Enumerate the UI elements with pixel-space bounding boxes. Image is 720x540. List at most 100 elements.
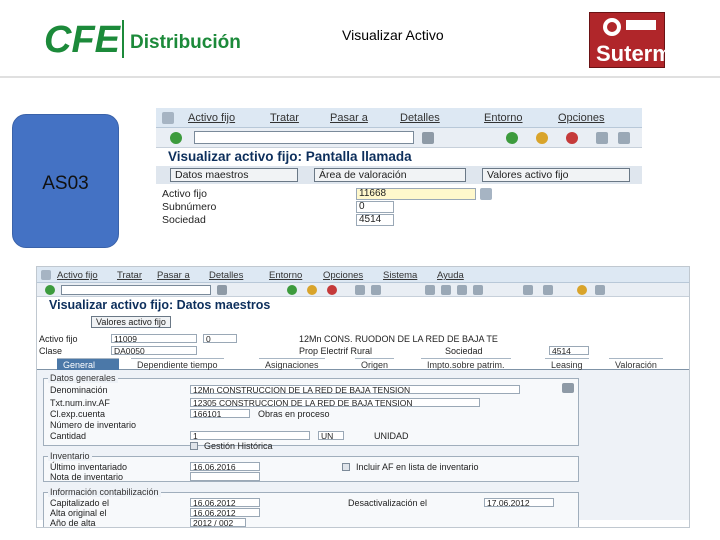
activo-description: 12Mn CONS. RUODON DE LA RED DE BAJA TE — [299, 334, 498, 344]
menu-opciones[interactable]: Opciones — [558, 112, 604, 124]
menu-opciones[interactable]: Opciones — [323, 270, 363, 281]
denominacion-label: Denominación — [50, 385, 108, 395]
asset-header: Valores activo fijo Activo fijo 11009 0 … — [37, 314, 689, 358]
inventario-group: Inventario Último inventariado 16.06.201… — [43, 451, 579, 482]
print-icon[interactable] — [355, 285, 365, 295]
sap-initial-screen: Activo fijo Tratar Pasar a Detalles Ento… — [156, 108, 642, 248]
enter-icon[interactable] — [170, 132, 182, 144]
unidad-value: UN — [318, 431, 344, 440]
sap-master-data-screen: Activo fijo Tratar Pasar a Detalles Ento… — [36, 266, 690, 528]
tab-dependiente-tiempo[interactable]: Dependiente tiempo — [131, 358, 224, 370]
menu-entorno[interactable]: Entorno — [484, 112, 523, 124]
shortcut-icon[interactable] — [543, 285, 553, 295]
nota-inventario-input[interactable] — [190, 472, 260, 481]
sap2-screen-title: Visualizar activo fijo: Datos maestros — [37, 297, 689, 314]
info-contabilizacion-label: Información contabilización — [48, 487, 161, 497]
last-page-icon[interactable] — [473, 285, 483, 295]
cancel-icon[interactable] — [566, 132, 578, 144]
clase-value: DA0050 — [111, 346, 197, 355]
clase-label: Clase — [39, 346, 63, 356]
find-icon[interactable] — [618, 132, 630, 144]
menu-ayuda[interactable]: Ayuda — [437, 270, 464, 281]
command-field[interactable] — [61, 285, 211, 295]
menu-detalles[interactable]: Detalles — [209, 270, 243, 281]
sap-screen-title: Visualizar activo fijo: Pantalla llamada — [156, 148, 642, 166]
menu-activo-fijo[interactable]: Activo fijo — [57, 270, 98, 281]
menu-icon[interactable] — [41, 270, 51, 280]
serie-label: Número de inventario — [50, 420, 137, 430]
area-valoracion-button[interactable]: Área de valoración — [314, 168, 466, 182]
header-divider — [0, 76, 720, 78]
subnumero-value: 0 — [203, 334, 237, 343]
tab-origen[interactable]: Origen — [355, 358, 395, 370]
subnumero-label: Subnúmero — [162, 201, 217, 213]
ultimo-inventario-label: Último inventariado — [50, 462, 128, 472]
cancel-icon[interactable] — [327, 285, 337, 295]
anio-alta-value: 2012 / 002 — [190, 518, 246, 527]
menu-pasar-a[interactable]: Pasar a — [330, 112, 368, 124]
datos-maestros-button[interactable]: Datos maestros — [170, 168, 298, 182]
incluir-inventario-label: Incluir AF en lista de inventario — [356, 462, 479, 472]
alta-original-label: Alta original el — [50, 508, 107, 518]
find-icon[interactable] — [371, 285, 381, 295]
activo-value: 11009 — [111, 334, 197, 343]
next-page-icon[interactable] — [457, 285, 467, 295]
tab-impto[interactable]: Impto.sobre patrim. — [421, 358, 511, 370]
menu-sistema[interactable]: Sistema — [383, 270, 417, 281]
tab-general[interactable]: General — [57, 358, 119, 370]
slide-title: Visualizar Activo — [342, 27, 444, 43]
gestion-historica-label: Gestión Histórica — [204, 441, 273, 451]
gestion-historica-checkbox[interactable] — [190, 442, 198, 450]
help-icon[interactable] — [577, 285, 587, 295]
menu-tratar[interactable]: Tratar — [117, 270, 142, 281]
transaction-code-box: AS03 — [12, 114, 119, 248]
exit-icon[interactable] — [536, 132, 548, 144]
tab-asignaciones[interactable]: Asignaciones — [259, 358, 325, 370]
alta-original-value: 16.06.2012 — [190, 508, 260, 517]
activo-fijo-input[interactable]: 11668 — [356, 188, 476, 200]
prev-page-icon[interactable] — [441, 285, 451, 295]
cantidad-label: Cantidad — [50, 431, 87, 441]
sociedad-input[interactable]: 4514 — [356, 214, 394, 226]
long-text-icon[interactable] — [562, 383, 574, 393]
menu-detalles[interactable]: Detalles — [400, 112, 440, 124]
valores-activo-fijo-button[interactable]: Valores activo fijo — [482, 168, 630, 182]
slide-header: CFE Distribución Visualizar Activo Suter… — [0, 0, 720, 75]
unidad-description: UNIDAD — [374, 431, 409, 441]
back-icon[interactable] — [287, 285, 297, 295]
menu-entorno[interactable]: Entorno — [269, 270, 302, 281]
print-icon[interactable] — [596, 132, 608, 144]
desactivalizacion-label: Desactivalización el — [348, 498, 428, 508]
first-page-icon[interactable] — [425, 285, 435, 295]
layout-icon[interactable] — [595, 285, 605, 295]
suterm-logo: Suterm — [589, 12, 672, 68]
valores-activo-fijo-button[interactable]: Valores activo fijo — [91, 316, 171, 328]
subnumero-input[interactable]: 0 — [356, 201, 394, 213]
inventario-label: Inventario — [48, 451, 92, 461]
back-icon[interactable] — [506, 132, 518, 144]
transaction-code: AS03 — [42, 173, 89, 194]
clase-description: Prop Electrif Rural — [299, 346, 373, 356]
save-icon[interactable] — [422, 132, 434, 144]
menu-pasar-a[interactable]: Pasar a — [157, 270, 190, 281]
tab-leasing[interactable]: Leasing — [545, 358, 589, 370]
menu-activo-fijo[interactable]: Activo fijo — [188, 112, 235, 124]
nota-inventario-label: Nota de inventario — [50, 472, 124, 482]
menu-icon[interactable] — [162, 112, 174, 124]
exit-icon[interactable] — [307, 285, 317, 295]
command-field[interactable] — [194, 131, 414, 144]
ultimo-inventario-value: 16.06.2016 — [190, 462, 260, 471]
capitalizado-value: 16.06.2012 — [190, 498, 260, 507]
save-icon[interactable] — [217, 285, 227, 295]
new-session-icon[interactable] — [523, 285, 533, 295]
cuenta-label: Cl.exp.cuenta — [50, 409, 106, 419]
incluir-inventario-checkbox[interactable] — [342, 463, 350, 471]
tab-valoracion[interactable]: Valoración — [609, 358, 663, 370]
cantidad-value: 1 — [190, 431, 310, 440]
anio-alta-label: Año de alta — [50, 518, 96, 528]
datos-generales-label: Datos generales — [48, 373, 118, 383]
enter-icon[interactable] — [45, 285, 55, 295]
menu-tratar[interactable]: Tratar — [270, 112, 299, 124]
matchcode-icon[interactable] — [480, 188, 492, 200]
texto-value: 12305 CONSTRUCCION DE LA RED DE BAJA TEN… — [190, 398, 480, 407]
